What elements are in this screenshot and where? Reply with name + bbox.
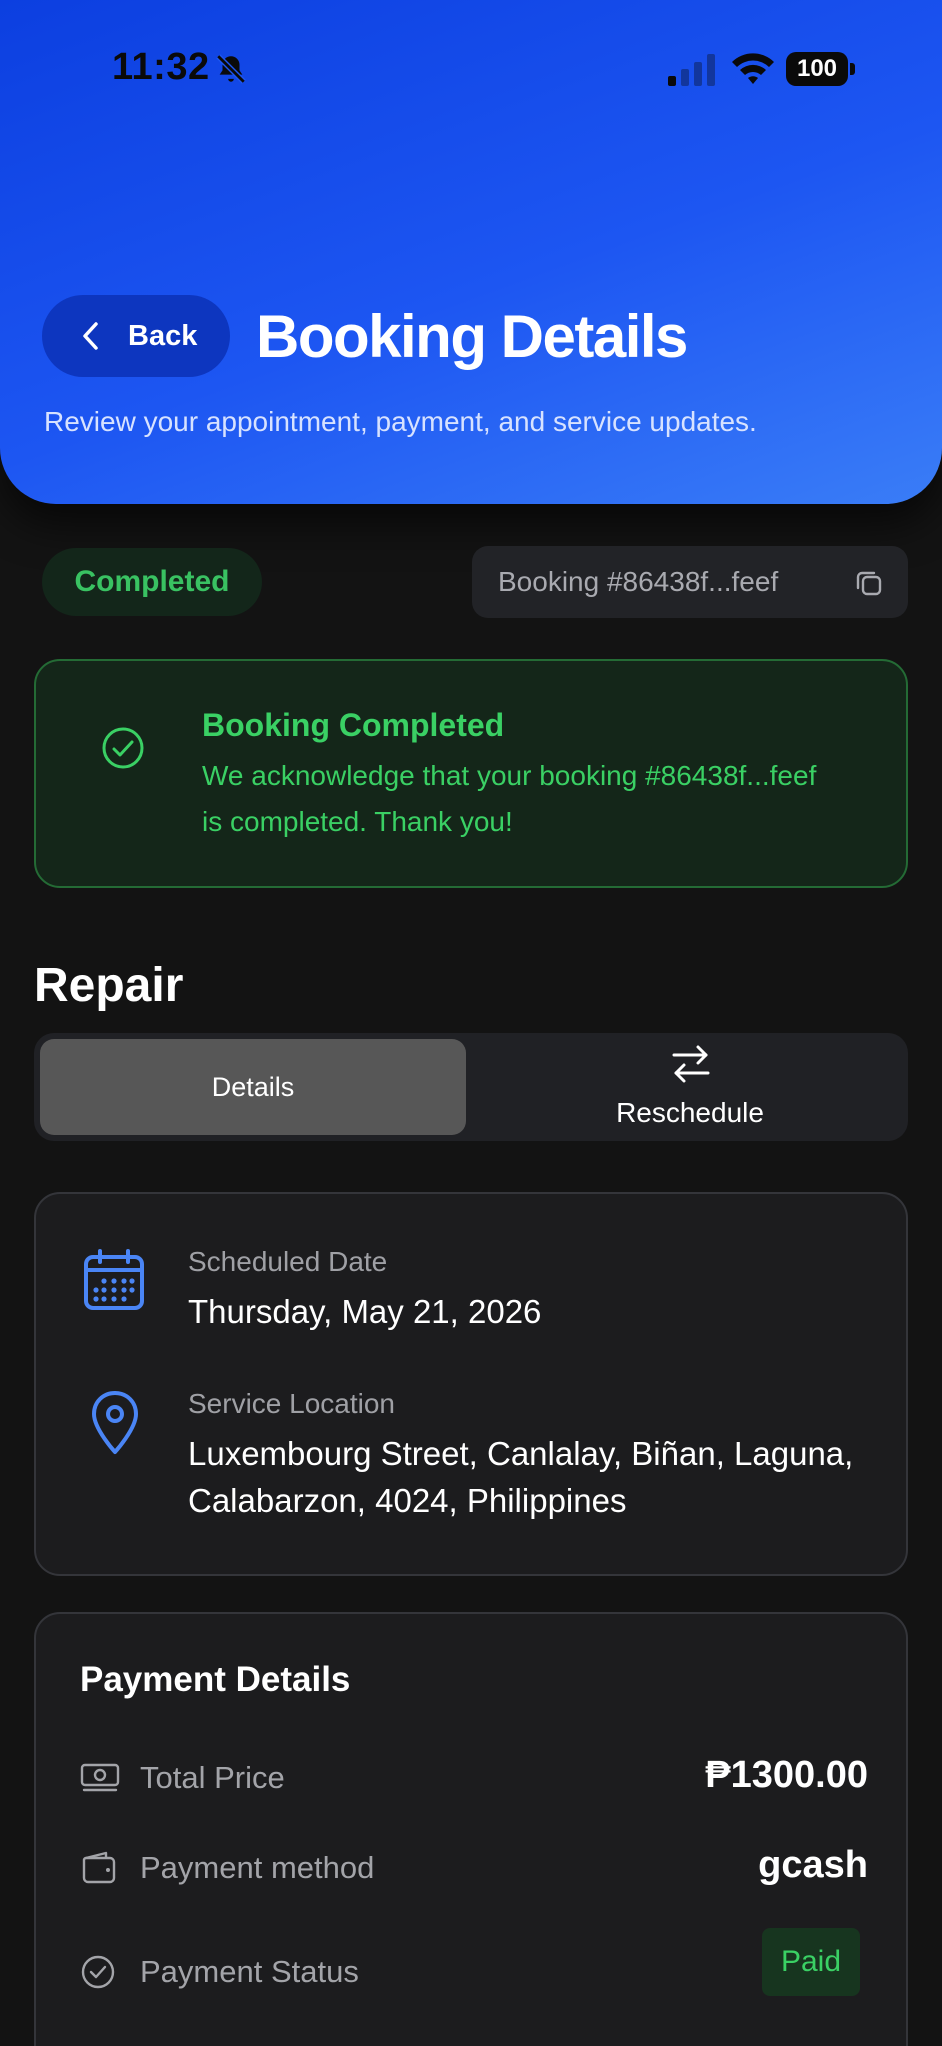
payment-details-title: Payment Details — [80, 1660, 351, 1699]
map-pin-icon — [92, 1391, 138, 1454]
alert-title: Booking Completed — [202, 707, 505, 743]
total-price-value: ₱1300.00 — [705, 1754, 868, 1796]
back-button-label: Back — [128, 319, 198, 352]
check-circle-icon — [102, 727, 144, 769]
completion-alert: Booking Completed We acknowledge that yo… — [34, 659, 908, 888]
payment-method-row: Payment method gcash — [80, 1838, 868, 1898]
status-bar: 11:32 100 — [0, 0, 942, 130]
payment-method-label: Payment method — [140, 1850, 375, 1885]
wallet-icon — [82, 1851, 116, 1884]
check-circle-icon — [81, 1955, 115, 1989]
wifi-icon — [732, 53, 774, 84]
payment-details-card: Payment Details Total Price ₱1300.00 Pay… — [34, 1612, 908, 2046]
booking-id-copy-button[interactable]: Booking #86438f...feef — [472, 546, 908, 618]
swap-arrows-icon — [672, 1045, 710, 1083]
calendar-icon — [84, 1249, 144, 1310]
tab-reschedule-label: Reschedule — [616, 1097, 764, 1128]
total-price-label: Total Price — [140, 1760, 285, 1795]
battery-indicator: 100 — [786, 52, 856, 86]
copy-icon — [856, 571, 882, 596]
cellular-signal-icon — [668, 54, 715, 86]
schedule-card: Scheduled Date Thursday, May 21, 2026 Se… — [34, 1192, 908, 1576]
page-subtitle: Review your appointment, payment, and se… — [44, 406, 757, 437]
view-switcher: Details Reschedule — [34, 1033, 908, 1141]
scheduled-date-value: Thursday, May 21, 2026 — [188, 1293, 542, 1330]
service-location-value: Luxembourg Street, Canlalay, Biñan, Lagu… — [188, 1435, 854, 1519]
battery-level: 100 — [786, 52, 848, 86]
payment-status-label: Payment Status — [140, 1954, 359, 1989]
tab-reschedule[interactable]: Reschedule — [472, 1033, 908, 1141]
bell-muted-icon — [216, 54, 246, 84]
payment-status-row: Payment Status Paid — [80, 1928, 868, 2002]
booking-details-screen: 11:32 100 Back Booking Details Review yo… — [0, 0, 942, 2046]
battery-tip — [850, 63, 855, 75]
alert-message: We acknowledge that your booking #86438f… — [202, 760, 817, 837]
total-price-row: Total Price ₱1300.00 — [80, 1748, 868, 1808]
scheduled-date-label: Scheduled Date — [188, 1246, 388, 1277]
tab-details[interactable]: Details — [40, 1039, 466, 1135]
booking-id-label: Booking #86438f...feef — [498, 566, 779, 597]
banknote-icon — [80, 1763, 120, 1792]
status-time: 11:32 — [112, 46, 210, 88]
page-title: Booking Details — [256, 303, 688, 370]
header-banner: 11:32 100 Back Booking Details Review yo… — [0, 0, 942, 504]
booking-status-badge: Completed — [42, 548, 262, 616]
back-button[interactable]: Back — [42, 295, 230, 377]
chevron-left-icon — [83, 322, 98, 350]
payment-status-badge: Paid — [762, 1928, 860, 1996]
payment-method-value: gcash — [758, 1844, 868, 1886]
service-title: Repair — [34, 959, 184, 1012]
service-location-label: Service Location — [188, 1388, 396, 1419]
